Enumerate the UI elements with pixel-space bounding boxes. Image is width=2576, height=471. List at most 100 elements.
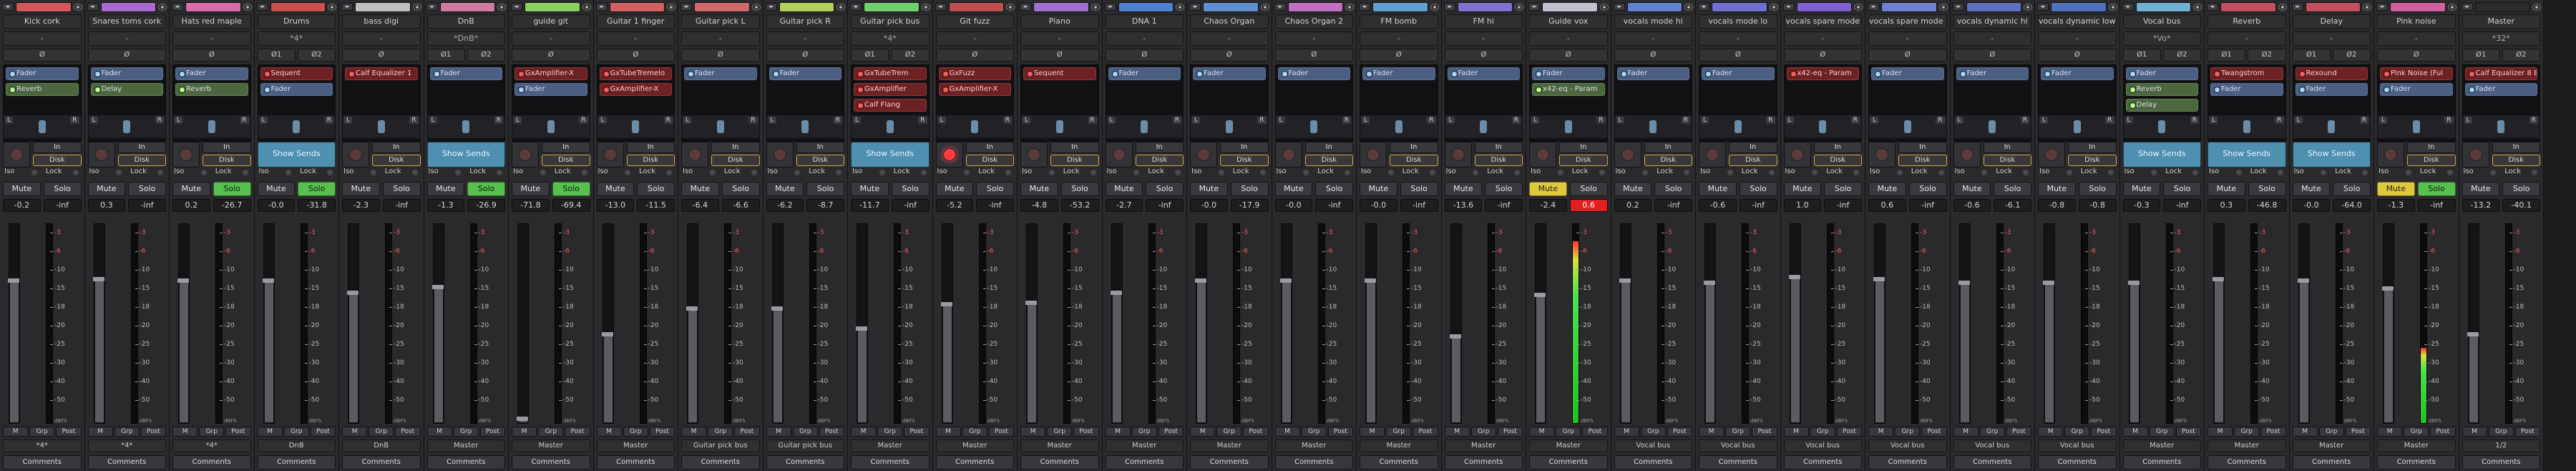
plugin-fader[interactable]: Fader <box>175 67 248 80</box>
monitor-disk-button[interactable]: Disk <box>1898 155 1947 166</box>
eye-icon[interactable] <box>412 3 421 11</box>
peak-display[interactable]: -6.6 <box>721 199 760 212</box>
mute-button[interactable]: Mute <box>681 182 719 196</box>
peak-display[interactable]: -inf <box>976 199 1014 212</box>
narrow-button[interactable]: ◂▸ <box>87 3 99 11</box>
track-color-swatch[interactable] <box>1372 1 1428 12</box>
solo-isolate-toggle[interactable]: Iso <box>936 167 973 178</box>
midi-input-button[interactable]: M <box>1105 427 1131 437</box>
output-button[interactable]: Vocal bus <box>1699 440 1777 452</box>
midi-input-button[interactable]: M <box>681 427 707 437</box>
phase-invert-button[interactable]: Ø2 <box>2332 49 2371 62</box>
peak-display[interactable]: -31.8 <box>298 199 336 212</box>
pan-position-handle[interactable] <box>2412 120 2420 133</box>
panner[interactable]: LR <box>426 115 505 139</box>
midi-input-button[interactable]: M <box>1190 427 1216 437</box>
gain-fader[interactable] <box>92 223 105 424</box>
monitor-disk-button[interactable]: Disk <box>796 155 844 166</box>
track-color-swatch[interactable] <box>948 1 1004 12</box>
record-arm-button[interactable] <box>87 142 115 167</box>
monitor-input-button[interactable]: In <box>626 142 675 153</box>
mute-button[interactable]: Mute <box>257 182 296 196</box>
fader-gain-display[interactable]: -13.2 <box>2462 199 2500 212</box>
record-arm-button[interactable] <box>1868 142 1896 167</box>
peak-display[interactable]: -40.1 <box>2502 199 2540 212</box>
meter-point-button[interactable]: Post <box>1836 427 1863 437</box>
pan-position-handle[interactable] <box>2497 120 2505 133</box>
meter-point-button[interactable]: Post <box>140 427 167 437</box>
pan-position-handle[interactable] <box>2158 120 2166 133</box>
narrow-button[interactable]: ◂▸ <box>2376 3 2388 11</box>
gain-fader-handle[interactable] <box>686 306 698 311</box>
mute-button[interactable]: Mute <box>1360 182 1397 196</box>
eye-icon[interactable] <box>2024 3 2032 11</box>
plugin-fader[interactable]: Fader <box>1362 67 1435 80</box>
solo-isolate-toggle[interactable]: Iso <box>2038 167 2075 178</box>
phase-invert-button[interactable]: Ø2 <box>2162 49 2201 62</box>
solo-lock-toggle[interactable]: Lock <box>2419 167 2456 178</box>
gain-fader[interactable] <box>1958 223 1971 424</box>
group-button[interactable]: Grp <box>2234 427 2260 437</box>
narrow-button[interactable]: ◂▸ <box>1782 3 1795 11</box>
phase-invert-button[interactable]: Ø2 <box>2502 49 2540 62</box>
phase-invert-button[interactable]: Ø <box>342 49 421 62</box>
meter-point-button[interactable]: Post <box>1582 427 1608 437</box>
gain-fader[interactable] <box>771 223 784 424</box>
meter-point-button[interactable]: Post <box>1073 427 1099 437</box>
gain-fader-handle[interactable] <box>1534 292 1546 297</box>
record-arm-button[interactable] <box>1360 142 1387 167</box>
monitor-input-button[interactable]: In <box>1898 142 1947 153</box>
narrow-button[interactable]: ◂▸ <box>341 3 353 11</box>
mute-button[interactable]: Mute <box>1614 182 1652 196</box>
meter-point-button[interactable]: Post <box>1158 427 1184 437</box>
record-arm-button[interactable] <box>1529 142 1556 167</box>
track-name-button[interactable]: Hats red maple <box>172 14 251 29</box>
plugin-red[interactable]: GxTubeTrem <box>854 67 927 80</box>
solo-isolate-toggle[interactable]: Iso <box>1614 167 1652 178</box>
solo-isolate-toggle[interactable]: Iso <box>851 167 888 178</box>
group-button[interactable]: Grp <box>283 427 309 437</box>
track-name-button[interactable]: vocals mode lo <box>1699 14 1777 29</box>
solo-isolate-toggle[interactable]: Iso <box>1360 167 1397 178</box>
eye-icon[interactable] <box>1430 3 1439 11</box>
gain-fader[interactable] <box>1365 223 1377 424</box>
output-button[interactable]: Master <box>2292 440 2371 452</box>
mute-button[interactable]: Mute <box>87 182 126 196</box>
solo-isolate-toggle[interactable]: Iso <box>3 167 40 178</box>
fader-gain-display[interactable]: -71.8 <box>512 199 550 212</box>
eye-icon[interactable] <box>1260 3 1269 11</box>
gain-fader-handle[interactable] <box>177 278 189 283</box>
group-button[interactable]: Grp <box>623 427 648 437</box>
comments-button[interactable]: Comments <box>2038 455 2117 470</box>
phase-invert-button[interactable]: Ø1 <box>2462 49 2500 62</box>
peak-display[interactable]: -64.0 <box>2333 199 2371 212</box>
fader-gain-display[interactable]: -0.2 <box>3 199 41 212</box>
fader-gain-display[interactable]: -0.0 <box>2292 199 2331 212</box>
solo-lock-toggle[interactable]: Lock <box>1655 167 1692 178</box>
fader-gain-display[interactable]: 0.3 <box>87 199 126 212</box>
narrow-button[interactable]: ◂▸ <box>426 3 438 11</box>
output-button[interactable]: DnB <box>257 440 336 452</box>
solo-lock-toggle[interactable]: Lock <box>129 167 166 178</box>
peak-display[interactable]: -inf <box>1400 199 1438 212</box>
solo-lock-toggle[interactable]: Lock <box>214 167 251 178</box>
output-button[interactable]: Master <box>1105 440 1184 452</box>
record-arm-button[interactable] <box>172 142 200 167</box>
group-button[interactable]: Grp <box>114 427 140 437</box>
fader-gain-display[interactable]: -0.0 <box>1190 199 1228 212</box>
output-button[interactable]: Vocal bus <box>1783 440 1862 452</box>
narrow-button[interactable]: ◂▸ <box>2461 3 2473 11</box>
record-arm-button[interactable] <box>681 142 708 167</box>
plugin-green[interactable]: Reverb <box>175 83 248 96</box>
track-name-button[interactable]: Git fuzz <box>935 14 1014 29</box>
monitor-disk-button[interactable]: Disk <box>2407 155 2456 166</box>
solo-lock-toggle[interactable]: Lock <box>723 167 760 178</box>
panner[interactable]: LR <box>3 115 82 139</box>
fader-gain-display[interactable]: -0.6 <box>1699 199 1737 212</box>
panner[interactable]: LR <box>1105 115 1184 139</box>
output-button[interactable]: Master <box>935 440 1014 452</box>
group-button[interactable]: Grp <box>877 427 903 437</box>
plugin-fader[interactable]: Fader <box>1447 67 1520 80</box>
solo-isolate-toggle[interactable]: Iso <box>1020 167 1058 178</box>
plugin-fader[interactable]: Fader <box>6 67 79 80</box>
